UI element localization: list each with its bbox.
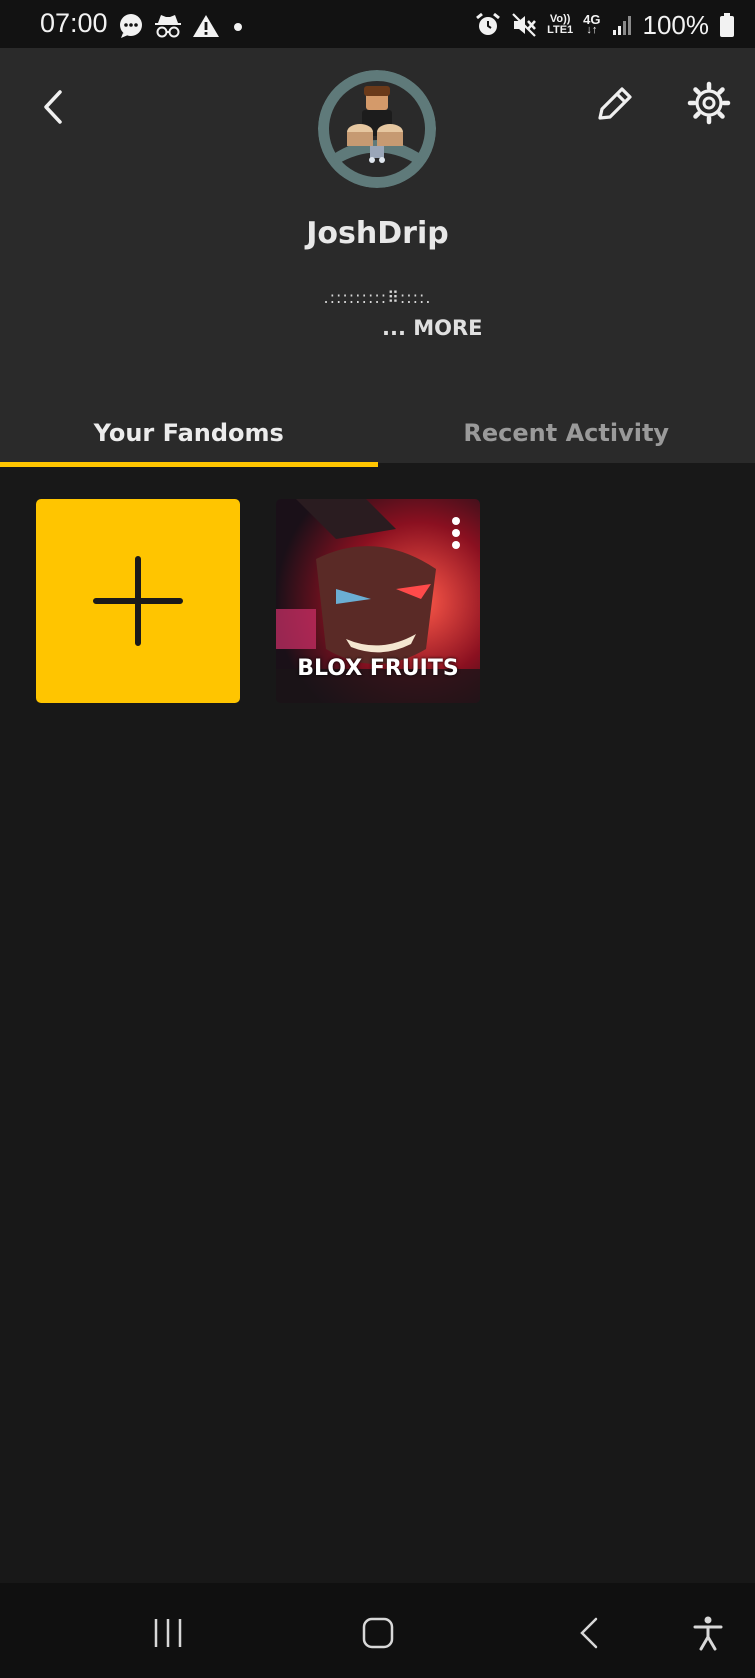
incognito-icon [155, 15, 181, 38]
alarm-icon [476, 12, 501, 35]
active-tab-indicator [0, 462, 378, 467]
status-notification-icons [118, 12, 246, 40]
add-fandom-button[interactable] [36, 499, 240, 703]
signal-icon [612, 16, 631, 35]
edit-profile-button[interactable] [590, 78, 640, 128]
status-bar: 07:00 Vo)) LTE1 4G ↓↑ 100% [0, 0, 755, 48]
tab-recent-activity[interactable]: Recent Activity [378, 403, 755, 463]
recent-apps-icon [154, 1619, 182, 1647]
bio-more-link[interactable]: ... MORE [382, 316, 483, 340]
profile-username: JoshDrip [306, 216, 449, 251]
profile-header: JoshDrip .:::::::::⠿::::. ... MORE Your … [0, 48, 755, 467]
battery-percent: 100% [642, 9, 710, 40]
warning-icon [193, 15, 219, 37]
back-button[interactable] [36, 84, 72, 130]
system-back-button[interactable] [570, 1613, 610, 1653]
back-icon [580, 1617, 598, 1649]
battery-icon [720, 13, 734, 37]
mute-icon [512, 13, 537, 37]
tab-recent-activity-label: Recent Activity [463, 419, 670, 447]
accessibility-icon [693, 1616, 723, 1651]
avatar-image [318, 70, 436, 188]
volte-bottom-label: LTE1 [547, 24, 574, 36]
dot-icon [234, 23, 242, 31]
back-icon [44, 90, 62, 124]
fandom-tile[interactable]: BLOX FRUITS [276, 499, 480, 703]
accessibility-button[interactable] [688, 1613, 728, 1653]
recent-apps-button[interactable] [148, 1613, 188, 1653]
profile-bio: .:::::::::⠿::::. [323, 288, 432, 307]
gear-icon [687, 81, 731, 125]
avatar[interactable] [318, 70, 436, 188]
status-time: 07:00 [40, 8, 108, 38]
status-system-icons: Vo)) LTE1 4G ↓↑ 100% [475, 10, 735, 40]
settings-button[interactable] [684, 78, 734, 128]
profile-tabs: Your Fandoms Recent Activity [0, 403, 755, 467]
plus-icon [93, 556, 183, 646]
system-nav-bar [0, 1583, 755, 1678]
tab-your-fandoms-label: Your Fandoms [93, 419, 284, 447]
home-icon [362, 1617, 394, 1649]
edit-icon [598, 87, 632, 120]
home-button[interactable] [358, 1613, 398, 1653]
fandom-title: BLOX FRUITS [297, 656, 459, 681]
volte-indicator: Vo)) LTE1 [547, 14, 573, 36]
network-type-indicator: 4G ↓↑ [583, 13, 600, 36]
tab-your-fandoms[interactable]: Your Fandoms [0, 403, 378, 467]
message-icon [120, 14, 142, 38]
